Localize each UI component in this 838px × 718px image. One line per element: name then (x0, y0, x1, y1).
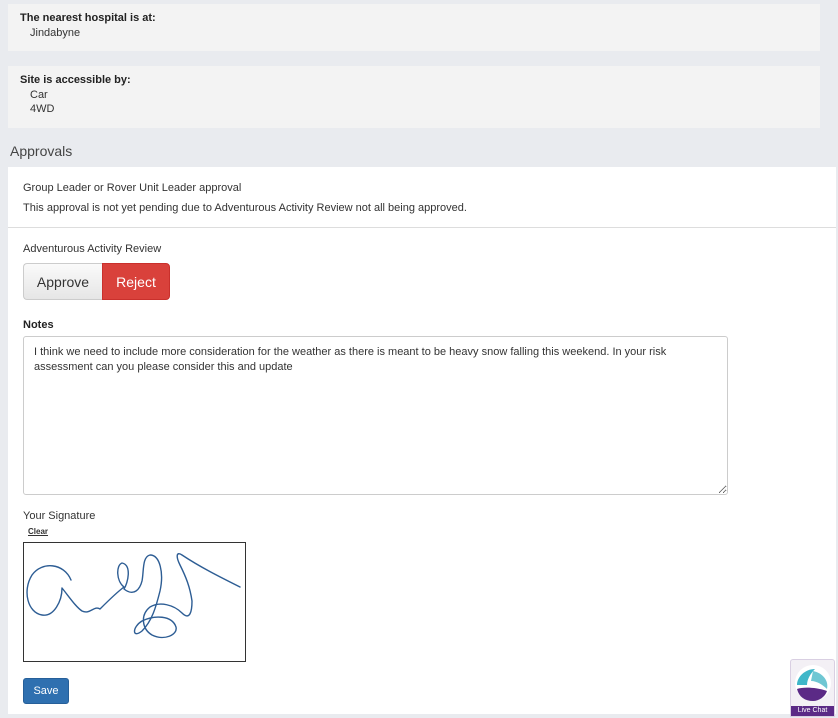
hospital-heading: The nearest hospital is at: (20, 12, 156, 24)
notes-textarea[interactable]: I think we need to include more consider… (23, 336, 728, 495)
leader-approval-section: Group Leader or Rover Unit Leader approv… (8, 167, 836, 228)
notes-label: Notes (23, 319, 54, 331)
hospital-info-panel: The nearest hospital is at: Jindabyne (8, 4, 820, 51)
pending-message: This approval is not yet pending due to … (23, 202, 467, 214)
signature-label: Your Signature (23, 510, 96, 522)
live-chat-label: Live Chat (791, 706, 834, 716)
access-heading: Site is accessible by: (20, 74, 131, 86)
approvals-title: Approvals (10, 143, 73, 159)
access-value-car: Car (30, 89, 48, 101)
review-label: Adventurous Activity Review (23, 243, 162, 255)
access-info-panel: Site is accessible by: Car 4WD (8, 66, 820, 128)
live-chat-logo-icon (795, 665, 831, 701)
signature-pad[interactable] (23, 542, 246, 662)
signature-clear-link[interactable]: Clear (28, 527, 48, 536)
access-value-4wd: 4WD (30, 103, 55, 115)
approve-reject-group: Approve Reject (23, 263, 170, 300)
leader-approval-title: Group Leader or Rover Unit Leader approv… (23, 182, 242, 194)
approve-button[interactable]: Approve (23, 263, 102, 300)
reject-button[interactable]: Reject (102, 263, 170, 300)
signature-stroke (26, 553, 241, 639)
hospital-value: Jindabyne (30, 27, 81, 39)
approvals-card: Group Leader or Rover Unit Leader approv… (8, 167, 836, 714)
live-chat-widget[interactable]: Live Chat (790, 659, 835, 717)
save-button[interactable]: Save (23, 678, 69, 704)
